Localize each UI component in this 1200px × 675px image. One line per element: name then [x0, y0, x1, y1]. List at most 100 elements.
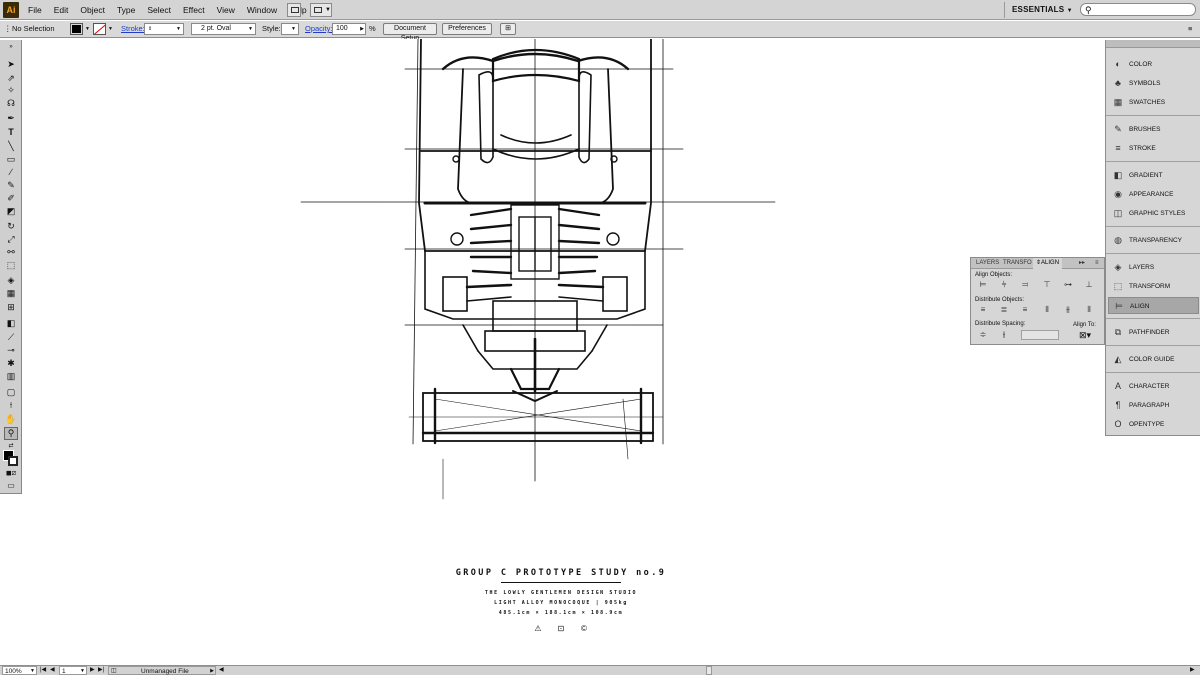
menu-select[interactable]: Select	[141, 0, 177, 20]
artboard-tool-icon[interactable]: ▢	[4, 387, 18, 398]
align-right-icon[interactable]: ⫤	[1019, 280, 1031, 290]
horizontal-distribute-space-icon[interactable]: ⫲	[998, 330, 1010, 340]
distribute-vertical-center-icon[interactable]: ≣	[998, 305, 1010, 315]
distribute-spacing-field[interactable]	[1021, 330, 1059, 340]
hand-tool-icon[interactable]: ✋	[4, 414, 18, 425]
opacity-field[interactable]: 100 ▶	[332, 23, 366, 35]
dock-item-brushes[interactable]: ✎ BRUSHES	[1108, 121, 1199, 138]
screen-mode-icon[interactable]: ▭	[4, 480, 18, 491]
dock-item-character[interactable]: A CHARACTER	[1108, 378, 1199, 395]
distribute-bottom-icon[interactable]: ≡	[1019, 305, 1031, 315]
control-bar-grip[interactable]: ⋮	[4, 23, 12, 35]
status-field[interactable]: ◫ Unmanaged File ▶	[108, 666, 216, 675]
dock-item-graphic-styles[interactable]: ◫ GRAPHIC STYLES	[1108, 205, 1199, 222]
perspective-grid-tool-icon[interactable]: ▦	[4, 288, 18, 299]
gradient-tool-icon[interactable]: ◧	[4, 318, 18, 329]
tab-transform[interactable]: TRANSFO	[1003, 258, 1032, 269]
panel-collapse-icon[interactable]: ▸▸	[1079, 258, 1085, 269]
dock-item-gradient[interactable]: ◧ GRADIENT	[1108, 167, 1199, 184]
align-top-icon[interactable]: ⊤	[1041, 280, 1053, 290]
align-horizontal-center-icon[interactable]: ⫩	[998, 280, 1010, 290]
dock-item-swatches[interactable]: ▦ SWATCHES	[1108, 94, 1199, 111]
slice-tool-icon[interactable]: ⟊	[4, 400, 18, 411]
dock-item-appearance[interactable]: ◉ APPEARANCE	[1108, 186, 1199, 203]
symbol-sprayer-tool-icon[interactable]: ✱	[4, 358, 18, 369]
go-to-bridge-button[interactable]	[287, 3, 301, 17]
opacity-label[interactable]: Opacity:	[305, 23, 333, 35]
align-to-selection-icon[interactable]: ⊠▾	[1079, 330, 1095, 341]
zoom-field[interactable]: 100% ▼	[2, 666, 37, 675]
scale-tool-icon[interactable]: ⤢	[4, 234, 18, 245]
fill-swatch[interactable]	[70, 23, 83, 35]
type-tool-icon[interactable]: T	[4, 127, 18, 138]
menu-effect[interactable]: Effect	[177, 0, 211, 20]
scroll-left-icon[interactable]: ◀	[219, 666, 224, 675]
align-options-button[interactable]: ⊞	[500, 23, 516, 35]
tab-layers[interactable]: LAYERS	[976, 258, 999, 269]
column-graph-tool-icon[interactable]: ▥	[4, 371, 18, 382]
stroke-label[interactable]: Stroke:	[121, 23, 145, 35]
first-artboard-icon[interactable]: |◀	[40, 666, 46, 675]
line-tool-icon[interactable]: ╲	[4, 141, 18, 152]
pen-tool-icon[interactable]: ✒	[4, 113, 18, 124]
mesh-tool-icon[interactable]: ⊞	[4, 302, 18, 313]
eyedropper-tool-icon[interactable]: ⟋	[4, 332, 18, 343]
rotate-tool-icon[interactable]: ↻	[4, 221, 18, 232]
paintbrush-tool-icon[interactable]: ∕	[4, 167, 18, 178]
previous-artboard-icon[interactable]: ◀	[50, 666, 55, 675]
dock-item-pathfinder[interactable]: ⧉ PATHFINDER	[1108, 324, 1199, 341]
fill-dropdown-icon[interactable]: ▼	[85, 23, 90, 35]
dock-item-color-guide[interactable]: ◭ COLOR GUIDE	[1108, 351, 1199, 368]
vertical-distribute-space-icon[interactable]: ≑	[977, 330, 989, 340]
stroke-color-icon[interactable]	[8, 456, 18, 466]
dock-header[interactable]	[1106, 40, 1200, 48]
rectangle-tool-icon[interactable]: ▭	[4, 154, 18, 165]
blob-brush-tool-icon[interactable]: ✐	[4, 193, 18, 204]
graphic-style-picker[interactable]: ▼	[281, 23, 299, 35]
stroke-dropdown-icon[interactable]: ▼	[108, 23, 113, 35]
dock-item-transparency[interactable]: ◍ TRANSPARENCY	[1108, 232, 1199, 249]
zoom-tool-icon[interactable]: ⚲	[4, 427, 18, 440]
direct-selection-tool-icon[interactable]: ⇗	[4, 73, 18, 84]
lasso-tool-icon[interactable]: ☊	[4, 98, 18, 109]
tab-align[interactable]: ⇕ALIGN	[1033, 258, 1063, 269]
document-setup-button[interactable]: Document Setup	[383, 23, 437, 42]
dock-item-layers[interactable]: ◈ LAYERS	[1108, 259, 1199, 276]
pencil-tool-icon[interactable]: ✎	[4, 180, 18, 191]
eraser-tool-icon[interactable]: ◩	[4, 206, 18, 217]
stroke-weight-field[interactable]: ⇕ ▼	[144, 23, 184, 35]
align-left-icon[interactable]: ⊨	[977, 280, 989, 290]
dock-item-color[interactable]: ◐ COLOR	[1108, 56, 1199, 73]
next-artboard-icon[interactable]: ▶	[90, 666, 95, 675]
control-panel-menu-icon[interactable]: ≡	[1188, 23, 1192, 35]
align-vertical-center-icon[interactable]: ⊶	[1062, 280, 1074, 290]
tools-panel-collapse-icon[interactable]: »	[4, 42, 18, 53]
blend-tool-icon[interactable]: ⊸	[4, 345, 18, 356]
search-input[interactable]: ⚲	[1080, 3, 1196, 16]
panel-menu-icon[interactable]: ≡	[1095, 258, 1099, 269]
brush-definition-field[interactable]: 2 pt. Oval ▼	[191, 23, 256, 35]
preferences-button[interactable]: Preferences	[442, 23, 492, 35]
dock-item-align[interactable]: ⊨ ALIGN	[1108, 297, 1199, 314]
scroll-right-icon[interactable]: ▶	[1190, 666, 1195, 675]
horizontal-scroll-thumb[interactable]	[706, 666, 712, 675]
menu-file[interactable]: File	[22, 0, 48, 20]
dock-item-opentype[interactable]: O OPENTYPE	[1108, 416, 1199, 433]
menu-object[interactable]: Object	[74, 0, 111, 20]
dock-item-symbols[interactable]: ♣ SYMBOLS	[1108, 75, 1199, 92]
distribute-right-icon[interactable]: ⫴	[1083, 305, 1095, 315]
artboard-number-field[interactable]: 1 ▼	[59, 666, 87, 675]
distribute-left-icon[interactable]: ⫴	[1041, 305, 1053, 315]
workspace-switcher[interactable]: ESSENTIALS ▼	[1012, 0, 1073, 21]
dock-item-transform[interactable]: ⬚ TRANSFORM	[1108, 278, 1199, 295]
arrange-documents-button[interactable]: ▼	[310, 3, 332, 17]
artboard-canvas[interactable]: GROUP C PROTOTYPE STUDY no.9 THE LOWLY G…	[23, 39, 1105, 665]
dock-item-paragraph[interactable]: ¶ PARAGRAPH	[1108, 397, 1199, 414]
dock-item-stroke[interactable]: ≡ STROKE	[1108, 140, 1199, 157]
align-bottom-icon[interactable]: ⊥	[1083, 280, 1095, 290]
selection-tool-icon[interactable]: ➤	[4, 59, 18, 70]
shape-builder-tool-icon[interactable]: ◈	[4, 275, 18, 286]
menu-window[interactable]: Window	[241, 0, 283, 20]
magic-wand-tool-icon[interactable]: ✧	[4, 85, 18, 96]
distribute-horizontal-center-icon[interactable]: ⫵	[1062, 305, 1074, 315]
